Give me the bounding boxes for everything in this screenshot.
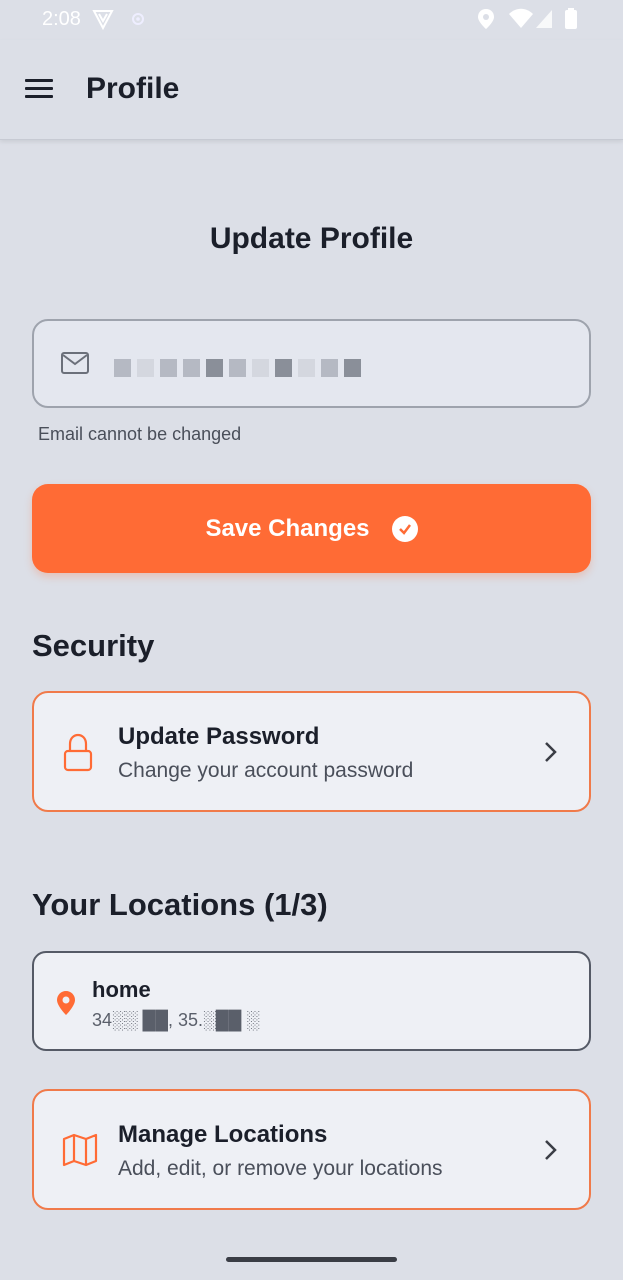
manage-locations-title: Manage Locations — [118, 1121, 328, 1148]
update-password-subtitle: Change your account password — [118, 759, 414, 782]
status-time: 2:08 — [42, 8, 81, 30]
battery-icon — [564, 8, 580, 36]
chevron-right-icon — [543, 1139, 557, 1166]
lock-icon — [62, 733, 94, 778]
update-password-card[interactable]: Update Password Change your account pass… — [32, 691, 591, 812]
mail-icon — [60, 351, 90, 380]
update-profile-title: Update Profile — [209, 222, 414, 255]
save-button-label: Save Changes — [205, 514, 370, 542]
wifi-icon — [508, 8, 534, 36]
save-changes-button[interactable]: Save Changes — [32, 484, 591, 573]
location-name: home — [92, 977, 151, 1002]
email-helper-text: Email cannot be changed — [38, 424, 242, 444]
location-coordinates: 34░░ ██, 35.░██ ░ — [92, 1010, 260, 1030]
update-password-title: Update Password — [118, 723, 320, 750]
chevron-right-icon — [543, 741, 557, 768]
hamburger-menu-icon[interactable] — [22, 74, 58, 104]
check-circle-icon — [391, 515, 418, 542]
map-icon — [62, 1133, 98, 1172]
page-title: Profile — [86, 72, 180, 105]
locations-heading: Your Locations (1/3) — [32, 887, 328, 922]
location-icon — [476, 8, 496, 36]
location-pin-icon — [56, 990, 76, 1021]
home-indicator[interactable] — [226, 1257, 397, 1262]
app-bar: Profile — [0, 40, 623, 140]
status-bar: 2:08 — [0, 0, 623, 40]
email-field[interactable] — [32, 319, 591, 408]
location-item[interactable]: home 34░░ ██, 35.░██ ░ — [32, 951, 591, 1051]
location-sync-icon — [128, 8, 148, 36]
masked-email-value — [114, 359, 361, 377]
signal-icon — [534, 8, 556, 36]
vpn-shield-icon — [92, 8, 114, 36]
security-heading: Security — [32, 628, 155, 663]
manage-locations-card[interactable]: Manage Locations Add, edit, or remove yo… — [32, 1089, 591, 1210]
manage-locations-subtitle: Add, edit, or remove your locations — [118, 1157, 443, 1180]
